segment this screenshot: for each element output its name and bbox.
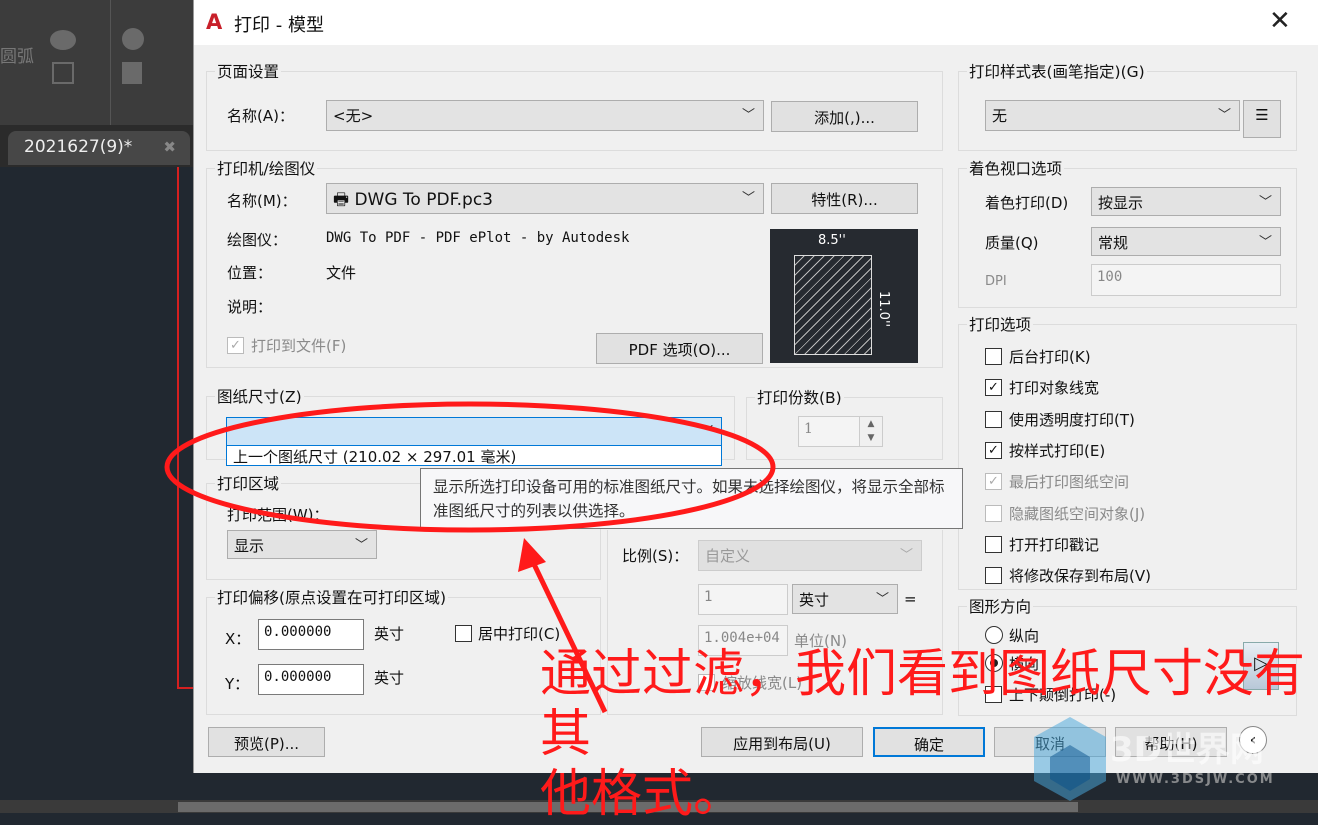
watermark: 3D世界网 WWW.3DSJW.COM xyxy=(1030,710,1318,810)
watermark-url: WWW.3DSJW.COM xyxy=(1116,772,1275,787)
watermark-brand: 3D世界网 xyxy=(1110,730,1264,770)
annotation-ellipse xyxy=(164,401,776,533)
watermark-cube-icon xyxy=(1034,717,1106,801)
annotation-arrow-head xyxy=(518,538,546,572)
